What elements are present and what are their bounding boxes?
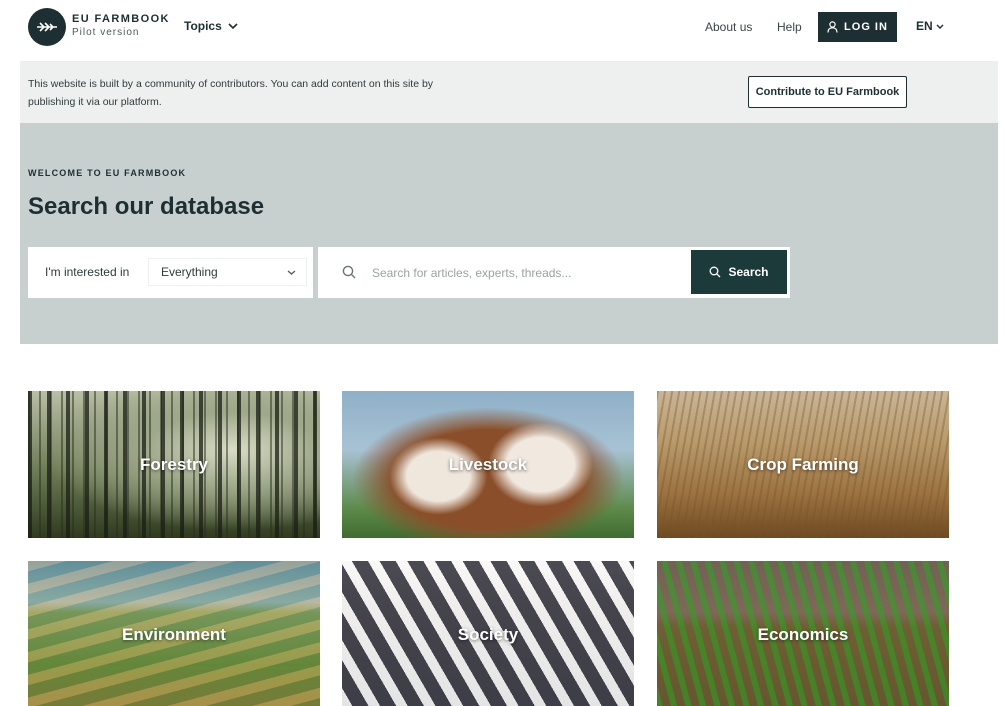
- interest-label: I'm interested in: [45, 265, 130, 279]
- brand-name[interactable]: EU FARMBOOK: [72, 13, 170, 25]
- logo-icon: [37, 22, 57, 32]
- topic-tile-society[interactable]: Society: [342, 561, 634, 706]
- site-header: EU FARMBOOK Pilot version Topics About u…: [0, 0, 1004, 56]
- user-icon: [827, 21, 838, 33]
- search-input[interactable]: [372, 259, 682, 286]
- topic-tile-label: Society: [457, 624, 519, 644]
- topic-tile-label: Forestry: [139, 454, 209, 474]
- interest-select[interactable]: Everything: [148, 258, 307, 286]
- interest-select-value: Everything: [161, 265, 218, 279]
- search-button[interactable]: Search: [691, 250, 787, 294]
- topic-tile-livestock[interactable]: Livestock: [342, 391, 634, 538]
- interest-filter: I'm interested in Everything: [28, 247, 313, 298]
- chevron-down-icon: [287, 270, 296, 275]
- brand-subtitle: Pilot version: [72, 27, 140, 38]
- search-hero: WELCOME TO EU FARMBOOK Search our databa…: [20, 123, 998, 344]
- hero-title: Search our database: [28, 193, 265, 220]
- topic-tile-economics[interactable]: Economics: [657, 561, 949, 706]
- contribute-button[interactable]: Contribute to EU Farmbook: [748, 76, 907, 108]
- topic-tile-label: Crop Farming: [747, 454, 859, 474]
- contribute-banner: This website is built by a community of …: [20, 61, 998, 123]
- language-selector[interactable]: EN: [916, 19, 944, 33]
- search-icon: [710, 266, 721, 278]
- topic-tile-label: Livestock: [448, 454, 528, 474]
- hero-eyebrow: WELCOME TO EU FARMBOOK: [28, 168, 187, 178]
- chevron-down-icon: [228, 23, 238, 29]
- login-label: LOG IN: [844, 21, 888, 33]
- topic-tile-label: Environment: [122, 624, 226, 644]
- topic-tile-environment[interactable]: Environment: [28, 561, 320, 706]
- help-link[interactable]: Help: [777, 20, 802, 34]
- topic-tile-label: Economics: [757, 624, 849, 644]
- language-label: EN: [916, 19, 933, 33]
- topic-tile-crop-farming[interactable]: Crop Farming: [657, 391, 949, 538]
- search-button-label: Search: [728, 265, 769, 279]
- banner-text: This website is built by a community of …: [28, 78, 434, 108]
- search-bar: Search: [318, 247, 790, 298]
- about-us-link[interactable]: About us: [705, 20, 752, 34]
- topic-tile-forestry[interactable]: Forestry: [28, 391, 320, 538]
- search-icon: [342, 265, 356, 279]
- topics-label: Topics: [184, 19, 222, 33]
- logo[interactable]: [28, 8, 66, 46]
- topics-menu[interactable]: Topics: [184, 19, 238, 33]
- chevron-down-icon: [936, 24, 944, 29]
- login-button[interactable]: LOG IN: [818, 12, 897, 42]
